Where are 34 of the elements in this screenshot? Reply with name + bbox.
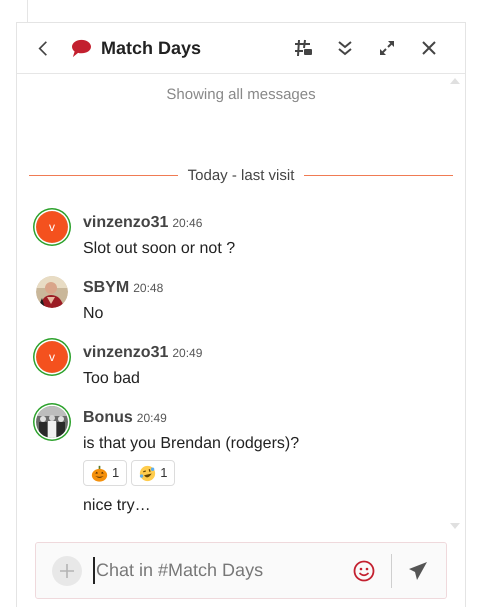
avatar[interactable] bbox=[36, 406, 68, 438]
pumpkin-icon bbox=[91, 464, 108, 482]
message-text: nice try… bbox=[83, 496, 152, 516]
author-name[interactable]: Bonus bbox=[83, 406, 133, 430]
message-input[interactable]: Chat in #Match Days bbox=[93, 557, 345, 584]
message-time: 20:49 bbox=[136, 410, 167, 427]
channel-settings-button[interactable] bbox=[293, 38, 313, 58]
author-name[interactable]: vinzenzo31 bbox=[83, 341, 168, 365]
author-name[interactable]: vinzenzo31 bbox=[83, 211, 168, 235]
scroll-up-arrow-icon bbox=[450, 78, 460, 84]
send-button[interactable] bbox=[408, 560, 430, 582]
plus-icon bbox=[60, 564, 74, 578]
message-text: No bbox=[83, 304, 104, 324]
laughing-face-icon bbox=[139, 464, 156, 482]
emoji-button[interactable] bbox=[353, 560, 375, 582]
expand-button[interactable] bbox=[377, 38, 397, 58]
message-text: is that you Brendan (rodgers)? bbox=[83, 434, 300, 454]
history-note: Showing all messages bbox=[166, 85, 316, 105]
message-text: Slot out soon or not ? bbox=[83, 239, 236, 259]
avatar-letter: v bbox=[49, 349, 55, 366]
speech-bubble-icon bbox=[71, 38, 92, 58]
message-composer[interactable]: Chat in #Match Days bbox=[35, 542, 447, 599]
reaction-chip[interactable]: 1 bbox=[83, 460, 128, 486]
scroll-down-arrow-icon bbox=[450, 523, 460, 529]
message-time: 20:49 bbox=[172, 345, 202, 362]
reaction-chip[interactable]: 1 bbox=[131, 460, 176, 486]
author-name[interactable]: SBYM bbox=[83, 276, 130, 300]
date-divider-label: Today - last visit bbox=[188, 166, 294, 186]
avatar[interactable] bbox=[36, 276, 68, 308]
avatar-letter: v bbox=[49, 219, 55, 236]
message-time: 20:46 bbox=[172, 215, 202, 232]
message-text: Too bad bbox=[83, 369, 141, 389]
message-time: 20:48 bbox=[133, 280, 164, 297]
channel-title: Match Days bbox=[101, 36, 202, 60]
